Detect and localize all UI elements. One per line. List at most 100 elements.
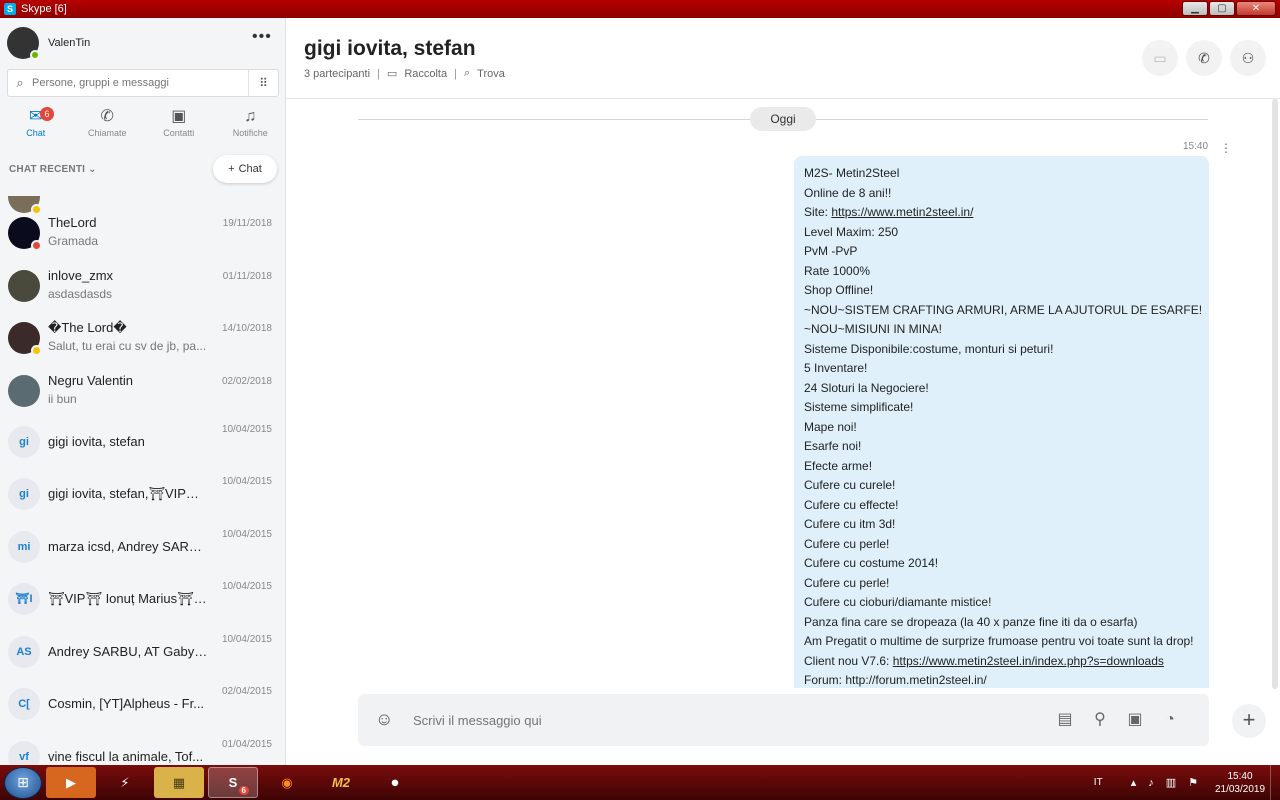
client-link[interactable]: https://www.metin2steel.in/index.php?s=d… <box>893 654 1164 668</box>
message-composer: ☺ ▤ ⚲ ▣ ◔ <box>358 694 1209 746</box>
windows-taskbar: ⊞ ▶ ⚡ ▦ S6 ◉ M2 ⏺ IT ▴ ♪ ▥ ⚑ 15:40 21/03… <box>0 765 1280 800</box>
emoji-icon[interactable]: ☺ <box>375 709 393 730</box>
tray-up-arrow-icon[interactable]: ▴ <box>1131 776 1137 789</box>
main-nav: ✉ 6 Chat ✆ Chiamate ▣ Contatti ♫ Notific… <box>0 106 286 146</box>
maximize-button[interactable]: ▢ <box>1209 1 1235 16</box>
audio-call-button[interactable]: ✆ <box>1186 40 1222 76</box>
video-call-button[interactable]: ▭ <box>1142 40 1178 76</box>
firefox-taskbar-icon[interactable]: ◉ <box>262 767 312 798</box>
poll-icon[interactable]: ◔ <box>1158 708 1182 732</box>
location-icon[interactable]: ⚲ <box>1088 708 1112 732</box>
message-line: Client nou V7.6: https://www.metin2steel… <box>804 652 1199 672</box>
more-options-icon[interactable]: ••• <box>252 29 272 45</box>
metin2-taskbar-icon[interactable]: M2 <box>316 767 366 798</box>
chat-list-item[interactable]: AS Andrey SARBU, AT GabyRO 10/04/2015 <box>0 634 285 686</box>
chat-icon: ✉ <box>29 108 43 125</box>
chat-list-item[interactable]: C[ Cosmin, [YT]Alpheus - Fr... 02/04/201… <box>0 686 285 738</box>
media-gallery-icon[interactable]: ▤ <box>1053 708 1077 732</box>
chat-date: 14/10/2018 <box>221 323 272 334</box>
chat-avatar: C[ <box>8 688 40 720</box>
sidebar: ValenTin ••• ⌕ ⠿ ✉ 6 Chat ✆ Chiamate ▣ C… <box>0 18 286 765</box>
add-participant-button[interactable]: ⚇ <box>1230 40 1266 76</box>
show-desktop-button[interactable] <box>1270 765 1280 800</box>
chat-date: 19/11/2018 <box>222 218 272 229</box>
conversation-title[interactable]: gigi iovita, stefan <box>304 37 476 61</box>
conversation-meta: 3 partecipanti | ▭ Raccolta | ⌕ Trova <box>304 67 505 80</box>
skype-app-icon: S <box>4 3 16 15</box>
chat-list-item[interactable]: ⛩I ⛩VIP⛩ Ionuț Marius⛩VIP... 10/04/2015 <box>0 581 285 633</box>
message-line: Cufere cu curele! <box>804 478 896 492</box>
start-button[interactable]: ⊞ <box>4 766 42 799</box>
volume-icon[interactable]: ♪ <box>1148 777 1154 789</box>
action-center-icon[interactable]: ⚑ <box>1188 776 1198 789</box>
system-tray: IT ▴ ♪ ▥ ⚑ 15:40 21/03/2019 <box>1094 765 1280 800</box>
site-link[interactable]: https://www.metin2steel.in/ <box>831 205 973 219</box>
clock[interactable]: 15:40 21/03/2019 <box>1210 770 1270 796</box>
chat-avatar <box>8 322 42 356</box>
gallery-icon: ▭ <box>386 68 398 80</box>
nav-chat[interactable]: ✉ 6 Chat <box>0 106 72 146</box>
message-input[interactable] <box>413 708 1013 732</box>
chat-list-item[interactable]: vf vine fiscul la animale, Tof... 01/04/… <box>0 739 285 765</box>
file-explorer-taskbar-icon[interactable]: ▦ <box>154 767 204 798</box>
add-content-button[interactable]: + <box>1232 704 1266 738</box>
chat-list-item[interactable]: gi gigi iovita, stefan,⛩VIP⛩... 10/04/20… <box>0 476 285 528</box>
message-line: 24 Sloturi la Negociere! <box>804 380 929 395</box>
window-title: Skype [6] <box>21 3 67 15</box>
chat-date: 10/04/2015 <box>221 476 272 487</box>
profile-name: ValenTin <box>48 37 91 49</box>
chat-avatar <box>8 217 42 251</box>
plus-icon: + <box>228 163 235 175</box>
network-icon[interactable]: ▥ <box>1166 776 1176 789</box>
new-chat-button[interactable]: + Chat <box>213 155 277 183</box>
nav-calls[interactable]: ✆ Chiamate <box>72 106 144 146</box>
skype-taskbar-icon[interactable]: S6 <box>208 767 258 798</box>
clock-date: 21/03/2019 <box>1214 783 1266 795</box>
recorder-taskbar-icon[interactable]: ⏺ <box>370 767 420 798</box>
chat-list-item[interactable]: gi gigi iovita, stefan 10/04/2015 <box>0 424 285 476</box>
nav-notifications[interactable]: ♫ Notifiche <box>215 106 286 146</box>
chevron-down-icon: ⌄ <box>88 164 97 175</box>
message-line: Cufere cu cioburi/diamante mistice! <box>804 595 992 609</box>
chat-preview: asdasdasds <box>48 287 113 301</box>
chat-list-item[interactable]: Negru Valentin ii bun 02/02/2018 <box>0 371 285 423</box>
chat-date: 10/04/2015 <box>221 529 272 540</box>
message-bubble[interactable]: M2S- Metin2Steel Online de 8 ani!! Site:… <box>794 156 1209 688</box>
minimize-button[interactable]: ▁ <box>1182 1 1208 16</box>
chat-date: 10/04/2015 <box>221 634 272 645</box>
message-line: Cufere cu effecte! <box>804 497 899 512</box>
find-link[interactable]: Trova <box>477 68 505 80</box>
avatar[interactable] <box>7 27 40 60</box>
chat-date: 10/04/2015 <box>221 424 272 435</box>
recent-chats-header[interactable]: CHAT RECENTI ⌄ <box>9 164 97 175</box>
gallery-link[interactable]: Raccolta <box>404 68 447 80</box>
divider: | <box>454 67 457 80</box>
chat-list-item[interactable]: mi marza icsd, Andrey SARB... 10/04/2015 <box>0 529 285 581</box>
message-line: Sisteme Disponibile:costume, monturi si … <box>804 341 1054 356</box>
message-options-icon[interactable]: ⋮ <box>1220 141 1232 155</box>
media-player-taskbar-icon[interactable]: ▶ <box>46 767 96 798</box>
message-scrollbar[interactable] <box>1272 99 1278 689</box>
new-chat-label: Chat <box>238 163 262 175</box>
chat-name: Cosmin, [YT]Alpheus - Fr... <box>48 696 205 711</box>
chat-list-item[interactable]: TheLord Gramada 19/11/2018 <box>0 213 285 265</box>
message-line: Cufere cu itm 3d! <box>804 517 896 531</box>
profile[interactable]: ValenTin <box>7 27 91 60</box>
message-line: Cufere cu costume 2014! <box>804 556 939 570</box>
chat-list-item[interactable]: inlove_zmx asdasdasds 01/11/2018 <box>0 266 285 318</box>
chat-list-item[interactable]: �The Lord� Salut, tu erai cu sv de jb, p… <box>0 318 285 370</box>
app-taskbar-icon[interactable]: ⚡ <box>100 767 150 798</box>
skype-logo-icon: S <box>228 775 238 790</box>
nav-contacts[interactable]: ▣ Contatti <box>143 106 215 146</box>
contact-card-icon[interactable]: ▣ <box>1123 708 1147 732</box>
search-input[interactable] <box>32 77 248 89</box>
chat-name: inlove_zmx <box>48 268 114 283</box>
dialpad-icon[interactable]: ⠿ <box>248 70 278 96</box>
participants-link[interactable]: 3 partecipanti <box>304 68 370 80</box>
close-button[interactable]: ✕ <box>1236 1 1276 16</box>
message-line: Am Pregatit o multime de surprize frumoa… <box>804 634 1194 648</box>
bell-icon: ♫ <box>244 108 257 125</box>
search-icon: ⌕ <box>16 75 24 90</box>
phone-icon: ✆ <box>100 108 114 125</box>
language-indicator[interactable]: IT <box>1094 777 1103 788</box>
